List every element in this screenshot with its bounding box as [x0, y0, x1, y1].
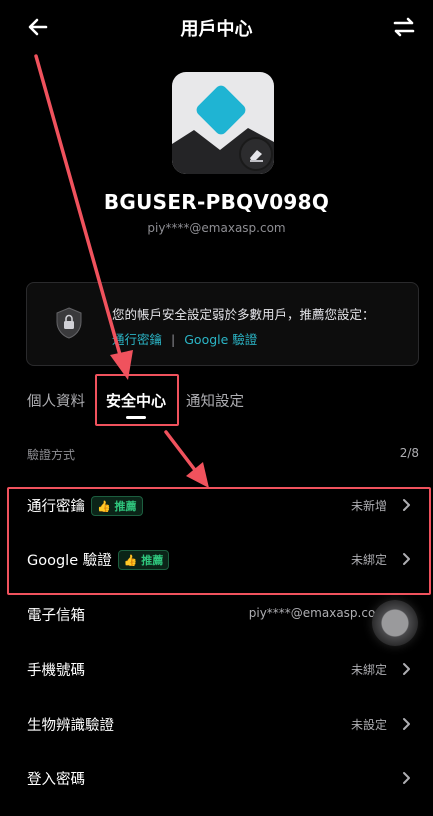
verification-count: 2/8 [399, 446, 419, 460]
chevron-right-icon [403, 718, 410, 730]
page-title: 用戶中心 [180, 19, 253, 40]
row-email[interactable]: 電子信箱 piy****@emaxasp.com [0, 592, 433, 638]
annotation-highlight-rows [7, 487, 431, 595]
row-biometric[interactable]: 生物辨識驗證 未設定 [0, 702, 433, 748]
security-warning-message: 您的帳戶安全設定弱於多數用戶，推薦您設定： [112, 307, 375, 322]
tab-personal-info[interactable]: 個人資料 [27, 390, 85, 411]
edit-avatar-button[interactable] [239, 137, 273, 171]
warning-links: 通行密鑰 | Google 驗證 [112, 329, 257, 348]
top-bar: 用戶中心 [0, 0, 433, 54]
user-email: piy****@emaxasp.com [147, 221, 286, 235]
eraser-icon [250, 150, 263, 162]
row-label: 生物辨識驗證 [27, 718, 114, 734]
row-label: 手機號碼 [27, 663, 85, 679]
row-label: 登入密碼 [27, 772, 85, 788]
link-separator: | [171, 332, 176, 347]
row-value: 未設定 [350, 718, 387, 732]
shield-lock-icon [56, 307, 82, 339]
floating-assistive-button[interactable] [372, 600, 418, 646]
switch-arrows-icon[interactable] [389, 12, 419, 42]
row-login-password[interactable]: 登入密碼 [0, 756, 433, 802]
security-warning-card: 您的帳戶安全設定弱於多數用戶，推薦您設定： 通行密鑰 | Google 驗證 [26, 282, 419, 366]
google-auth-link[interactable]: Google 驗證 [184, 332, 257, 347]
annotation-highlight-tab [95, 374, 179, 426]
username: BGUSER-PBQV098Q [103, 190, 330, 214]
chevron-right-icon [403, 772, 410, 784]
verification-methods-label: 驗證方式 [27, 448, 76, 462]
tab-notification-settings[interactable]: 通知設定 [186, 390, 244, 411]
passkey-link[interactable]: 通行密鑰 [112, 332, 162, 347]
row-value: 未綁定 [350, 663, 387, 677]
chevron-right-icon [403, 663, 410, 675]
row-label: 電子信箱 [27, 608, 85, 624]
row-value: piy****@emaxasp.com [248, 606, 387, 620]
tab-bar: 個人資料 安全中心 通知設定 [0, 380, 433, 426]
row-phone[interactable]: 手機號碼 未綁定 [0, 647, 433, 693]
